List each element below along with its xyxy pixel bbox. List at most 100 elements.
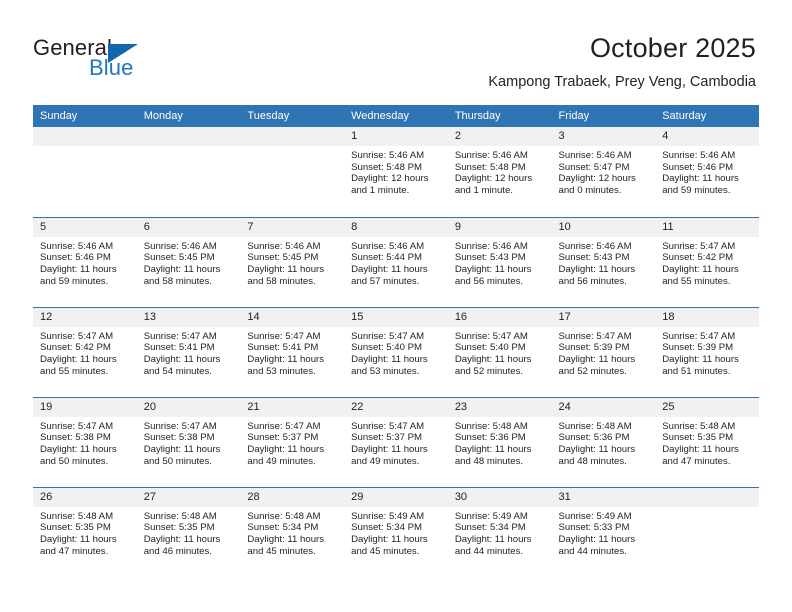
day-cell-inner: 13 Sunrise: 5:47 AM Sunset: 5:41 PM Dayligh…: [136, 307, 241, 397]
calendar-day-cell[interactable]: 26 Sunrise: 5:48 AM Sunset: 5:35 PM Dayligh…: [33, 486, 137, 577]
calendar-day-cell[interactable]: 10 Sunrise: 5:46 AM Sunset: 5:43 PM Dayligh…: [551, 216, 656, 307]
daylight-text: Daylight: 11 hours and 50 minutes.: [40, 443, 117, 467]
calendar-day-cell[interactable]: 25 Sunrise: 5:48 AM Sunset: 5:35 PM Dayligh…: [655, 396, 759, 487]
daylight-text: Daylight: 11 hours and 59 minutes.: [40, 263, 117, 287]
sunset-text: Sunset: 5:47 PM: [558, 161, 630, 173]
daylight-text: Daylight: 11 hours and 58 minutes.: [247, 263, 325, 287]
general-blue-logo[interactable]: General Blue: [33, 36, 213, 88]
sunrise-text: Sunrise: 5:47 AM: [351, 420, 425, 432]
sunset-text: Sunset: 5:37 PM: [351, 432, 423, 444]
day-number: 27: [136, 487, 241, 507]
sunrise-text: Sunrise: 5:47 AM: [40, 420, 114, 432]
sunset-text: Sunset: 5:36 PM: [454, 432, 526, 444]
day-number: 9: [447, 217, 552, 237]
calendar-week-row: 1 Sunrise: 5:46 AM Sunset: 5:48 PM Daylight…: [33, 127, 759, 217]
daylight-text: Daylight: 11 hours and 56 minutes.: [558, 263, 636, 287]
calendar-day-cell[interactable]: 9 Sunrise: 5:46 AM Sunset: 5:43 PM Daylight…: [447, 216, 552, 307]
daylight-text: Daylight: 11 hours and 53 minutes.: [351, 353, 428, 377]
calendar-day-cell[interactable]: 15 Sunrise: 5:47 AM Sunset: 5:40 PM Dayligh…: [344, 306, 448, 397]
calendar-day-cell[interactable]: 7 Sunrise: 5:46 AM Sunset: 5:45 PM Daylight…: [240, 216, 345, 307]
day-cell-inner: 1 Sunrise: 5:46 AM Sunset: 5:48 PM Daylight…: [344, 127, 448, 217]
day-number: [240, 127, 345, 146]
calendar-day-cell[interactable]: 14 Sunrise: 5:47 AM Sunset: 5:41 PM Dayligh…: [240, 306, 345, 397]
weekday-header-thursday: Thursday: [447, 105, 552, 127]
calendar-day-cell[interactable]: 23 Sunrise: 5:48 AM Sunset: 5:36 PM Dayligh…: [447, 396, 552, 487]
sunrise-text: Sunrise: 5:47 AM: [143, 330, 217, 342]
sunrise-text: Sunrise: 5:46 AM: [40, 240, 114, 252]
day-cell-details: Sunrise: 5:48 AM Sunset: 5:36 PM Daylight:…: [448, 417, 552, 468]
calendar-day-cell[interactable]: 24 Sunrise: 5:48 AM Sunset: 5:36 PM Dayligh…: [551, 396, 656, 487]
calendar-day-cell[interactable]: 28 Sunrise: 5:48 AM Sunset: 5:34 PM Dayligh…: [240, 486, 345, 578]
sunrise-text: Sunrise: 5:47 AM: [558, 330, 632, 342]
calendar-week-row: 12 Sunrise: 5:47 AM Sunset: 5:42 PM Dayligh…: [33, 306, 759, 397]
sunset-text: Sunset: 5:45 PM: [143, 252, 215, 264]
day-number: [655, 487, 759, 507]
calendar-day-cell[interactable]: 1 Sunrise: 5:46 AM Sunset: 5:48 PM Daylight…: [344, 127, 448, 217]
calendar-day-cell[interactable]: 17 Sunrise: 5:47 AM Sunset: 5:39 PM Dayligh…: [551, 306, 656, 397]
calendar-day-cell[interactable]: 31 Sunrise: 5:49 AM Sunset: 5:33 PM Dayligh…: [551, 486, 656, 577]
calendar-week-row: 5 Sunrise: 5:46 AM Sunset: 5:46 PM Daylight…: [33, 216, 759, 307]
day-cell-details: Sunrise: 5:49 AM Sunset: 5:34 PM Daylight:…: [344, 507, 448, 558]
calendar-day-cell[interactable]: 4 Sunrise: 5:46 AM Sunset: 5:46 PM Daylight…: [655, 127, 759, 217]
calendar-day-cell[interactable]: 30 Sunrise: 5:49 AM Sunset: 5:34 PM Dayligh…: [447, 486, 552, 577]
calendar-grid: Sunday Monday Tuesday Wednesday Thursday Frid…: [33, 105, 759, 577]
sunset-text: Sunset: 5:36 PM: [558, 432, 630, 444]
calendar-day-cell[interactable]: 3 Sunrise: 5:46 AM Sunset: 5:47 PM Daylight…: [551, 127, 656, 217]
day-cell-details: Sunrise: 5:47 AM Sunset: 5:38 PM Daylight:…: [33, 417, 137, 468]
day-cell-inner: 28 Sunrise: 5:48 AM Sunset: 5:34 PM Dayligh…: [240, 487, 345, 578]
day-cell-inner: [33, 127, 137, 217]
daylight-text: Daylight: 11 hours and 57 minutes.: [351, 263, 428, 287]
calendar-day-cell[interactable]: 13 Sunrise: 5:47 AM Sunset: 5:41 PM Dayligh…: [136, 306, 241, 397]
day-number: 22: [344, 397, 448, 417]
calendar-week-row: 26 Sunrise: 5:48 AM Sunset: 5:35 PM Dayligh…: [33, 486, 759, 578]
day-number: 3: [551, 127, 656, 146]
calendar-day-cell[interactable]: 20 Sunrise: 5:47 AM Sunset: 5:38 PM Dayligh…: [136, 396, 241, 487]
day-number: 5: [33, 217, 137, 237]
sunrise-text: Sunrise: 5:49 AM: [454, 510, 528, 522]
sunset-text: Sunset: 5:35 PM: [662, 432, 734, 444]
calendar-day-cell[interactable]: 21 Sunrise: 5:47 AM Sunset: 5:37 PM Dayligh…: [240, 396, 345, 487]
sunset-text: Sunset: 5:42 PM: [662, 252, 734, 264]
daylight-text: Daylight: 11 hours and 47 minutes.: [662, 443, 739, 467]
calendar-day-cell[interactable]: 27 Sunrise: 5:48 AM Sunset: 5:35 PM Dayligh…: [136, 486, 241, 577]
calendar-day-cell[interactable]: 18 Sunrise: 5:47 AM Sunset: 5:39 PM Dayligh…: [655, 306, 759, 397]
sunrise-text: Sunrise: 5:48 AM: [40, 510, 114, 522]
calendar-day-cell[interactable]: 6 Sunrise: 5:46 AM Sunset: 5:45 PM Daylight…: [136, 216, 241, 307]
calendar-day-cell[interactable]: 8 Sunrise: 5:46 AM Sunset: 5:44 PM Daylight…: [344, 216, 448, 307]
sunset-text: Sunset: 5:43 PM: [454, 252, 526, 264]
day-cell-inner: 17 Sunrise: 5:47 AM Sunset: 5:39 PM Dayligh…: [551, 307, 656, 397]
calendar-week-row: 19 Sunrise: 5:47 AM Sunset: 5:38 PM Dayligh…: [33, 396, 759, 487]
page-header: General Blue October 2025 Kampong Trabae…: [0, 0, 792, 104]
daylight-text: Daylight: 11 hours and 50 minutes.: [143, 443, 221, 467]
calendar-day-cell[interactable]: 12 Sunrise: 5:47 AM Sunset: 5:42 PM Dayligh…: [33, 306, 137, 397]
calendar-day-cell[interactable]: 19 Sunrise: 5:47 AM Sunset: 5:38 PM Dayligh…: [33, 396, 137, 487]
sunset-text: Sunset: 5:39 PM: [662, 342, 734, 354]
day-number: 13: [136, 307, 241, 327]
daylight-text: Daylight: 11 hours and 45 minutes.: [247, 533, 325, 557]
day-cell-inner: [136, 127, 241, 217]
day-number: 12: [33, 307, 137, 327]
daylight-text: Daylight: 11 hours and 52 minutes.: [558, 353, 636, 377]
sunset-text: Sunset: 5:35 PM: [40, 522, 111, 534]
day-number: 8: [344, 217, 448, 237]
sunrise-text: Sunrise: 5:47 AM: [662, 330, 736, 342]
sunset-text: Sunset: 5:41 PM: [247, 342, 319, 354]
weekday-header-saturday: Saturday: [655, 105, 759, 127]
sunrise-text: Sunrise: 5:49 AM: [558, 510, 632, 522]
sunset-text: Sunset: 5:42 PM: [40, 342, 111, 354]
calendar-day-cell[interactable]: 11 Sunrise: 5:47 AM Sunset: 5:42 PM Dayligh…: [655, 216, 759, 307]
calendar-day-cell[interactable]: 5 Sunrise: 5:46 AM Sunset: 5:46 PM Daylight…: [33, 216, 137, 307]
calendar-day-cell-empty: [655, 486, 759, 577]
sunrise-text: Sunrise: 5:46 AM: [143, 240, 217, 252]
day-cell-details: Sunrise: 5:47 AM Sunset: 5:40 PM Daylight:…: [448, 327, 552, 378]
calendar-day-cell[interactable]: 2 Sunrise: 5:46 AM Sunset: 5:48 PM Daylight…: [447, 127, 552, 217]
day-cell-inner: 18 Sunrise: 5:47 AM Sunset: 5:39 PM Dayligh…: [655, 307, 759, 397]
sunrise-text: Sunrise: 5:46 AM: [351, 150, 425, 161]
day-cell-details: Sunrise: 5:49 AM Sunset: 5:33 PM Daylight:…: [552, 507, 656, 558]
day-cell-inner: 29 Sunrise: 5:49 AM Sunset: 5:34 PM Dayligh…: [344, 487, 448, 578]
calendar-day-cell[interactable]: 29 Sunrise: 5:49 AM Sunset: 5:34 PM Dayligh…: [344, 486, 448, 578]
calendar-day-cell[interactable]: 16 Sunrise: 5:47 AM Sunset: 5:40 PM Dayligh…: [447, 306, 552, 397]
day-cell-inner: 14 Sunrise: 5:47 AM Sunset: 5:41 PM Dayligh…: [240, 307, 345, 397]
calendar-day-cell[interactable]: 22 Sunrise: 5:47 AM Sunset: 5:37 PM Dayligh…: [344, 396, 448, 487]
day-number: 14: [240, 307, 345, 327]
